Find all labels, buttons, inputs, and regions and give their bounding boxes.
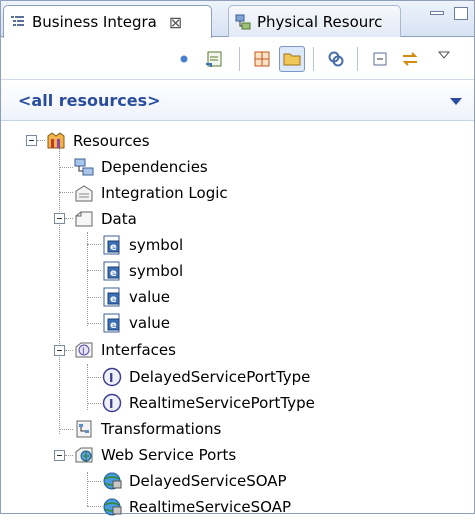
tree-item-symbol[interactable]: e symbol bbox=[101, 258, 185, 284]
web-service-ports-folder-icon bbox=[75, 447, 93, 463]
new-artifact-button[interactable] bbox=[201, 46, 227, 72]
resource-filter[interactable]: <all resources> bbox=[1, 81, 474, 121]
business-object-icon: e bbox=[103, 261, 120, 281]
resource-tree: Resources Dependencies Integration Logic bbox=[1, 122, 474, 516]
web-service-port-icon bbox=[103, 498, 122, 516]
view-menu-button[interactable] bbox=[431, 42, 457, 68]
tree-item-integration-logic[interactable]: Integration Logic bbox=[73, 180, 230, 206]
tree-item-label: Resources bbox=[73, 132, 150, 150]
dependencies-icon bbox=[74, 158, 94, 176]
business-object-icon: e bbox=[103, 235, 120, 255]
tree-guide-line bbox=[87, 472, 88, 506]
tab-business-integration[interactable]: Business Integra ⊠ bbox=[3, 5, 212, 38]
tree-item-interfaces[interactable]: I Interfaces bbox=[73, 337, 178, 363]
web-service-port-icon bbox=[103, 472, 122, 490]
tab-physical-resources[interactable]: Physical Resourc bbox=[228, 5, 401, 37]
business-integration-icon bbox=[11, 16, 24, 26]
link-with-editor-button[interactable] bbox=[397, 46, 423, 72]
resources-icon bbox=[47, 132, 65, 149]
dot-icon[interactable] bbox=[171, 46, 197, 72]
collapse-all-icon bbox=[373, 52, 387, 66]
tree-item-transformations[interactable]: Transformations bbox=[73, 416, 223, 442]
svg-text:e: e bbox=[110, 294, 117, 305]
interfaces-folder-icon: I bbox=[75, 342, 93, 358]
integration-logic-icon bbox=[75, 185, 93, 202]
sync-arrows-icon bbox=[402, 52, 418, 66]
tree-item-label: symbol bbox=[129, 236, 184, 254]
collapse-interfaces-toggle[interactable] bbox=[54, 345, 65, 356]
tree-item-delayed-service-soap[interactable]: DelayedServiceSOAP bbox=[101, 468, 289, 494]
tree-item-value[interactable]: e value bbox=[101, 310, 172, 336]
minimize-icon[interactable] bbox=[430, 11, 444, 15]
tree-item-data[interactable]: Data bbox=[73, 206, 139, 232]
show-folders-button[interactable] bbox=[279, 46, 305, 72]
grid-icon bbox=[254, 51, 270, 67]
tree-item-label: RealtimeServicePortType bbox=[129, 394, 315, 412]
tree-item-label: RealtimeServiceSOAP bbox=[129, 498, 292, 516]
tree-item-value[interactable]: e value bbox=[101, 284, 172, 310]
tree-item-label: value bbox=[129, 288, 170, 306]
business-object-icon: e bbox=[103, 287, 120, 307]
tree-item-label: Interfaces bbox=[101, 341, 176, 359]
view-toolbar bbox=[1, 38, 474, 80]
tree-item-label: symbol bbox=[129, 262, 184, 280]
toolbar-separator bbox=[357, 47, 358, 71]
physical-resources-icon bbox=[235, 14, 251, 29]
tree-item-label: Transformations bbox=[101, 420, 222, 438]
tab-label: Business Integra bbox=[32, 13, 157, 31]
svg-text:e: e bbox=[110, 242, 117, 253]
tree-item-label: Web Service Ports bbox=[101, 446, 237, 464]
tree-item-symbol[interactable]: e symbol bbox=[101, 232, 185, 258]
interface-icon: I bbox=[102, 367, 122, 387]
show-categories-button[interactable] bbox=[249, 46, 275, 72]
collapse-all-button[interactable] bbox=[367, 46, 393, 72]
chevron-down-icon bbox=[437, 51, 451, 59]
tree-item-realtime-service-port-type[interactable]: I RealtimeServicePortType bbox=[101, 390, 317, 416]
tree-item-delayed-service-port-type[interactable]: I DelayedServicePortType bbox=[101, 364, 312, 390]
tree-item-label: Data bbox=[101, 210, 137, 228]
tree-item-realtime-service-soap[interactable]: RealtimeServiceSOAP bbox=[101, 494, 293, 520]
filter-label: <all resources> bbox=[18, 91, 161, 110]
tree-item-web-service-ports[interactable]: Web Service Ports bbox=[73, 442, 238, 468]
business-object-icon: e bbox=[103, 313, 120, 333]
folder-icon bbox=[283, 53, 301, 66]
data-folder-icon bbox=[75, 211, 93, 227]
maximize-icon[interactable] bbox=[454, 7, 468, 20]
tree-item-dependencies[interactable]: Dependencies bbox=[73, 154, 210, 180]
tree-guide-line bbox=[87, 232, 88, 326]
tree-guide-line bbox=[59, 148, 60, 434]
tree-item-label: Dependencies bbox=[101, 158, 208, 176]
blue-dot-icon bbox=[180, 55, 188, 63]
business-integration-view: Business Integra ⊠ Physical Resourc <all… bbox=[0, 0, 475, 516]
view-tab-bar: Business Integra ⊠ Physical Resourc bbox=[1, 1, 474, 38]
svg-text:e: e bbox=[110, 268, 117, 279]
tab-label: Physical Resourc bbox=[257, 12, 383, 31]
tree-item-label: DelayedServiceSOAP bbox=[129, 472, 287, 490]
dropdown-arrow-icon[interactable] bbox=[450, 98, 462, 105]
interface-icon: I bbox=[102, 393, 122, 413]
new-artifact-icon bbox=[206, 51, 222, 67]
collapse-resources-toggle[interactable] bbox=[26, 135, 37, 146]
toolbar-separator bbox=[313, 47, 314, 71]
collapse-data-toggle[interactable] bbox=[54, 213, 65, 224]
link-icon bbox=[328, 51, 344, 67]
tree-item-label: value bbox=[129, 314, 170, 332]
tree-item-resources[interactable]: Resources bbox=[45, 128, 152, 154]
svg-text:I: I bbox=[109, 371, 113, 385]
close-icon[interactable]: ⊠ bbox=[169, 13, 182, 32]
collapse-web-service-ports-toggle[interactable] bbox=[54, 450, 65, 461]
toolbar-separator bbox=[239, 47, 240, 71]
window-controls bbox=[430, 7, 468, 20]
tree-item-label: DelayedServicePortType bbox=[129, 368, 311, 386]
svg-text:e: e bbox=[110, 320, 117, 331]
svg-text:I: I bbox=[109, 397, 113, 411]
svg-text:I: I bbox=[82, 347, 85, 357]
link-button[interactable] bbox=[323, 46, 349, 72]
tree-item-label: Integration Logic bbox=[101, 184, 228, 202]
transformations-icon bbox=[76, 420, 92, 438]
